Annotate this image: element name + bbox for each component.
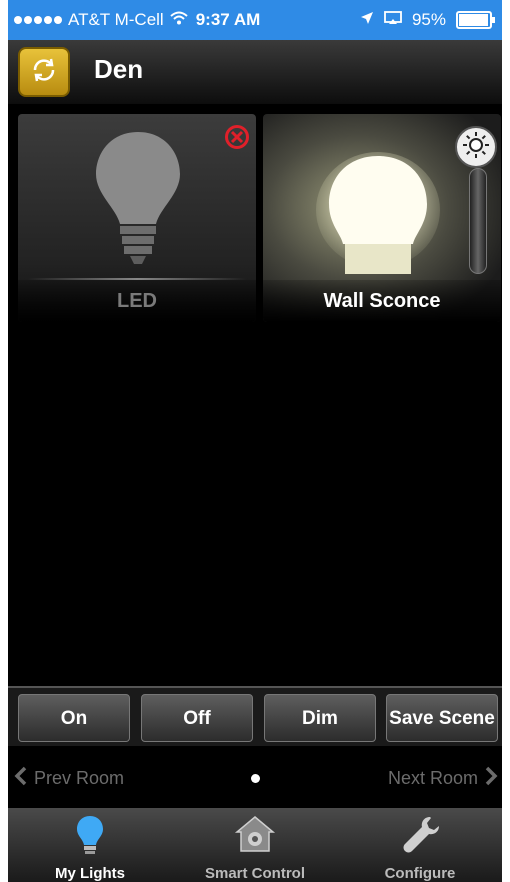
airplay-icon [384,10,402,30]
sun-icon [462,131,490,164]
tab-smart-control[interactable]: Smart Control [173,808,337,882]
chevron-right-icon [484,766,498,791]
carrier-name: AT&T M-Cell [68,10,164,29]
status-bar: AT&T M-Cell 9:37 AM 95% [8,0,502,40]
wifi-icon [170,10,188,30]
room-title: Den [94,54,144,84]
light-label: Wall Sconce [263,280,501,322]
page-indicator-dot [251,774,260,783]
bulb-icon [75,814,105,861]
off-button[interactable]: Off [141,694,253,742]
save-scene-button[interactable]: Save Scene [386,694,498,742]
error-x-icon [224,124,250,155]
next-room-button[interactable]: Next Room [388,766,498,791]
signal-strength-icon [14,16,62,24]
refresh-icon [29,55,59,90]
light-tile-led[interactable]: LED [18,114,256,322]
wrench-icon [400,814,440,859]
battery-percent: 95% [411,10,446,29]
dim-button[interactable]: Dim [264,694,376,742]
house-gear-icon [233,814,277,859]
next-room-label: Next Room [387,768,478,788]
light-tile-wall-sconce[interactable]: Wall Sconce [263,114,501,322]
brightness-button[interactable] [455,126,497,168]
tab-label: Configure [384,865,456,882]
status-time: 9:37 AM [195,10,261,29]
tab-bar: My Lights Smart Control Configure [8,808,502,882]
prev-room-button[interactable]: Prev Room [14,766,124,791]
chevron-left-icon [14,766,28,791]
light-label: LED [18,280,256,322]
location-arrow-icon [360,10,374,30]
refresh-button[interactable] [18,47,70,97]
tab-label: My Lights [55,865,125,882]
dimmer-slider[interactable] [469,168,487,274]
room-header: Den [8,40,502,104]
room-navigation: Prev Room Next Room [8,750,502,806]
bulb-on-icon [313,148,443,293]
bulb-off-icon [92,128,184,273]
prev-room-label: Prev Room [34,768,125,788]
control-bar: On Off Dim Save Scene [8,686,502,746]
on-button[interactable]: On [18,694,130,742]
tab-label: Smart Control [204,865,305,882]
tab-configure[interactable]: Configure [338,808,502,882]
battery-icon [456,11,495,29]
tab-my-lights[interactable]: My Lights [8,808,172,882]
